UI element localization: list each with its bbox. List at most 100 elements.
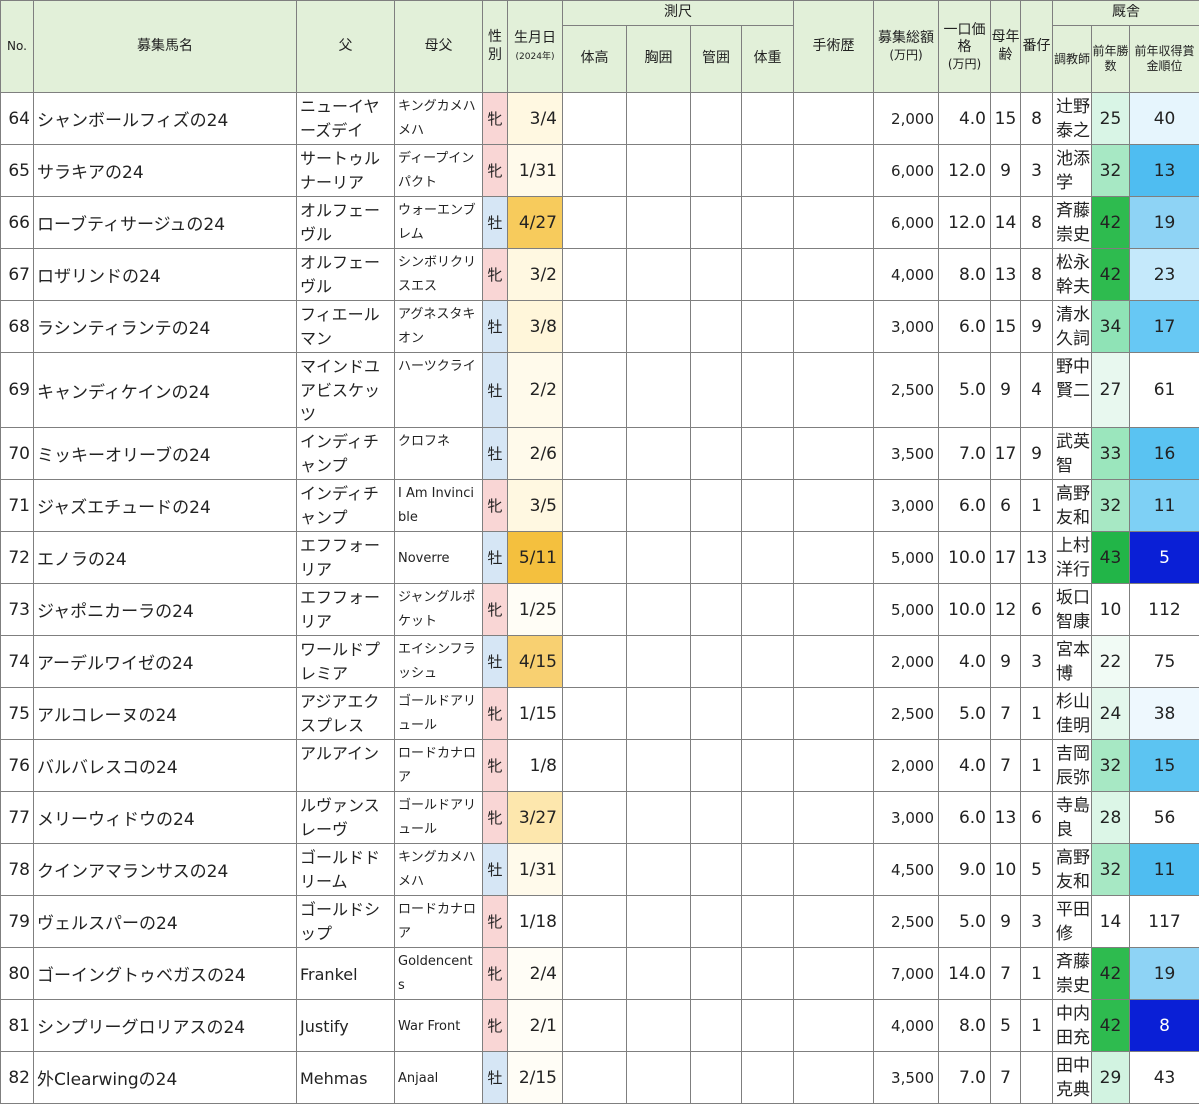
table-row: 74アーデルワイゼの24ワールドプレミアエイシンフラッシュ牡4/152,0004… <box>1 636 1199 688</box>
cell-height <box>563 428 627 480</box>
cell-price: 5.0 <box>939 688 991 740</box>
cell-rank: 40 <box>1130 93 1199 145</box>
cell-sex: 牝 <box>483 93 508 145</box>
cell-price: 4.0 <box>939 636 991 688</box>
header-measure: 測尺 <box>563 1 794 26</box>
cell-sire: インディチャンプ <box>297 480 395 532</box>
cell-birth: 3/27 <box>508 792 563 844</box>
header-wins: 前年勝数 <box>1092 26 1130 93</box>
cell-sire: オルフェーヴル <box>297 197 395 249</box>
cell-chest <box>627 197 691 249</box>
cell-no: 79 <box>1 896 34 948</box>
table-body: 64シャンボールフィズの24ニューイヤーズデイキングカメハメハ牝3/42,000… <box>1 93 1199 1104</box>
cell-price: 6.0 <box>939 480 991 532</box>
cell-weight <box>742 353 794 428</box>
cell-price: 12.0 <box>939 145 991 197</box>
cell-dam-age: 7 <box>991 688 1021 740</box>
header-total-label: 募集総額 <box>878 30 934 46</box>
cell-sex: 牝 <box>483 480 508 532</box>
cell-no: 67 <box>1 249 34 301</box>
cell-rank: 13 <box>1130 145 1199 197</box>
header-sex: 性別 <box>483 1 508 93</box>
cell-total: 6,000 <box>874 197 939 249</box>
header-stable: 厩舎 <box>1053 1 1199 26</box>
cell-height <box>563 1000 627 1052</box>
header-price-unit: (万円) <box>939 57 990 72</box>
cell-dam-age: 6 <box>991 480 1021 532</box>
cell-wins: 42 <box>1092 249 1130 301</box>
cell-total: 5,000 <box>874 584 939 636</box>
cell-trainer: 池添学 <box>1053 145 1092 197</box>
cell-price: 8.0 <box>939 1000 991 1052</box>
cell-bms: ゴールドアリュール <box>395 792 483 844</box>
cell-dam-age: 15 <box>991 93 1021 145</box>
cell-cannon <box>691 948 742 1000</box>
header-birth: 生月日(2024年) <box>508 1 563 93</box>
cell-price: 5.0 <box>939 896 991 948</box>
cell-bms: シンボリクリスエス <box>395 249 483 301</box>
cell-bms: ハーツクライ <box>395 353 483 428</box>
cell-bms: ゴールドアリュール <box>395 688 483 740</box>
cell-order: 1 <box>1021 480 1053 532</box>
cell-weight <box>742 93 794 145</box>
cell-weight <box>742 428 794 480</box>
cell-sire: エフフォーリア <box>297 584 395 636</box>
cell-birth: 3/5 <box>508 480 563 532</box>
cell-cannon <box>691 1052 742 1104</box>
cell-trainer: 清水久詞 <box>1053 301 1092 353</box>
cell-total: 3,000 <box>874 301 939 353</box>
cell-bms: Noverre <box>395 532 483 584</box>
cell-price: 14.0 <box>939 948 991 1000</box>
cell-chest <box>627 584 691 636</box>
cell-trainer: 上村洋行 <box>1053 532 1092 584</box>
cell-weight <box>742 636 794 688</box>
header-weight: 体重 <box>742 26 794 93</box>
cell-rank: 23 <box>1130 249 1199 301</box>
header-cannon: 管囲 <box>691 26 742 93</box>
cell-surgery <box>794 532 874 584</box>
cell-sire: サートゥルナーリア <box>297 145 395 197</box>
cell-order: 8 <box>1021 249 1053 301</box>
cell-name: サラキアの24 <box>34 145 297 197</box>
cell-trainer: 田中克典 <box>1053 1052 1092 1104</box>
cell-dam-age: 15 <box>991 301 1021 353</box>
cell-sire: マインドユアビスケッツ <box>297 353 395 428</box>
cell-sex: 牡 <box>483 197 508 249</box>
cell-weight <box>742 301 794 353</box>
cell-sire: アジアエクスプレス <box>297 688 395 740</box>
header-order: 番仔 <box>1021 1 1053 93</box>
header-sire: 父 <box>297 1 395 93</box>
cell-order: 8 <box>1021 197 1053 249</box>
cell-chest <box>627 844 691 896</box>
cell-birth: 1/15 <box>508 688 563 740</box>
cell-chest <box>627 301 691 353</box>
cell-name: ジャズエチュードの24 <box>34 480 297 532</box>
cell-order: 1 <box>1021 1000 1053 1052</box>
cell-total: 7,000 <box>874 948 939 1000</box>
cell-total: 4,000 <box>874 249 939 301</box>
cell-birth: 5/11 <box>508 532 563 584</box>
cell-surgery <box>794 896 874 948</box>
cell-price: 4.0 <box>939 93 991 145</box>
cell-no: 76 <box>1 740 34 792</box>
header-total-unit: (万円) <box>874 48 938 63</box>
cell-rank: 112 <box>1130 584 1199 636</box>
cell-chest <box>627 532 691 584</box>
cell-order: 9 <box>1021 301 1053 353</box>
cell-wins: 32 <box>1092 740 1130 792</box>
cell-wins: 42 <box>1092 1000 1130 1052</box>
cell-sire: フィエールマン <box>297 301 395 353</box>
cell-rank: 117 <box>1130 896 1199 948</box>
cell-order: 6 <box>1021 792 1053 844</box>
cell-dam-age: 9 <box>991 896 1021 948</box>
table-row: 64シャンボールフィズの24ニューイヤーズデイキングカメハメハ牝3/42,000… <box>1 93 1199 145</box>
cell-order: 3 <box>1021 896 1053 948</box>
cell-wins: 28 <box>1092 792 1130 844</box>
cell-price: 7.0 <box>939 428 991 480</box>
cell-sex: 牝 <box>483 249 508 301</box>
header-name: 募集馬名 <box>34 1 297 93</box>
cell-surgery <box>794 145 874 197</box>
cell-cannon <box>691 249 742 301</box>
cell-surgery <box>794 948 874 1000</box>
cell-total: 5,000 <box>874 532 939 584</box>
